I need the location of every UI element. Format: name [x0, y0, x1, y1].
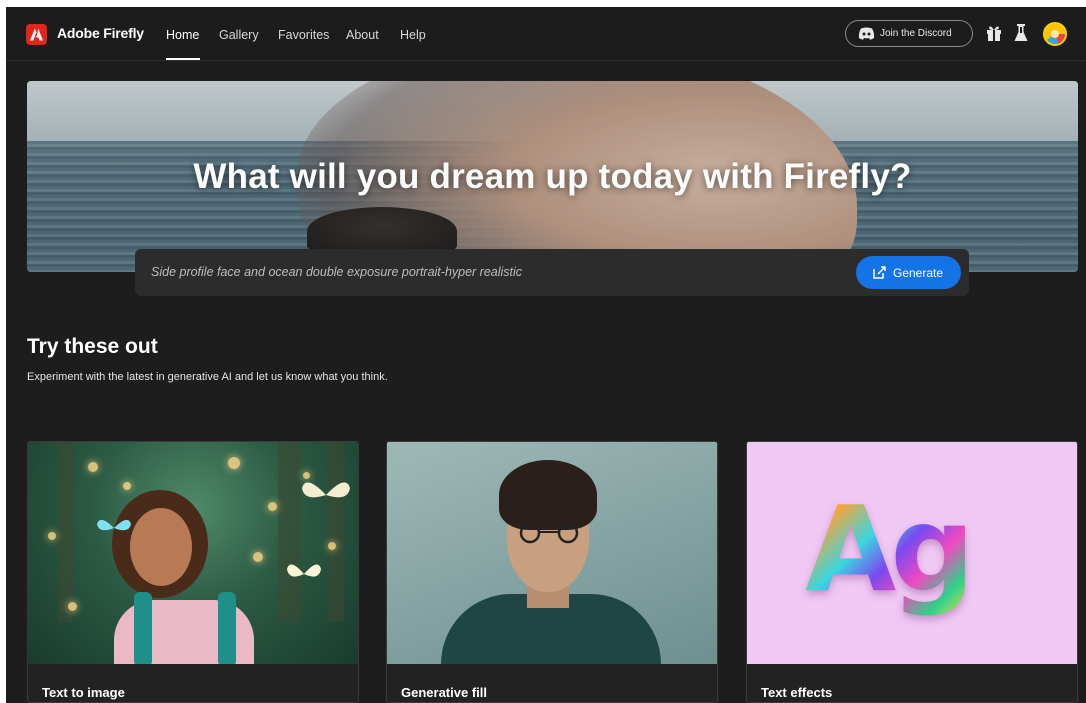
hero-title: What will you dream up today with Firefl…: [193, 157, 912, 196]
card-text-effects[interactable]: Ag Text effects: [746, 441, 1078, 703]
nav-home[interactable]: Home: [166, 28, 199, 42]
card-image-text-effects: Ag: [747, 442, 1077, 664]
nav-help[interactable]: Help: [400, 28, 426, 42]
section-title: Try these out: [27, 335, 158, 358]
card-label: Text to image: [42, 685, 125, 700]
firefly-app: Adobe Firefly Home Gallery Favorites Abo…: [6, 7, 1086, 703]
card-label: Text effects: [761, 685, 833, 700]
card-label: Generative fill: [401, 685, 487, 700]
flask-icon[interactable]: [1014, 24, 1028, 42]
user-avatar[interactable]: [1043, 22, 1067, 46]
discord-label: Join the Discord: [880, 28, 952, 39]
prompt-input[interactable]: [151, 262, 831, 282]
adobe-logo-icon[interactable]: [26, 24, 47, 45]
join-discord-button[interactable]: Join the Discord: [845, 20, 973, 47]
generate-button[interactable]: Generate: [856, 256, 961, 289]
nav-gallery[interactable]: Gallery: [219, 28, 259, 42]
nav-active-indicator: [166, 58, 200, 60]
nav-favorites[interactable]: Favorites: [278, 28, 329, 42]
card-generative-fill[interactable]: Generative fill: [386, 441, 718, 703]
discord-icon: [858, 27, 875, 40]
card-text-to-image[interactable]: Text to image: [27, 441, 359, 703]
card-image-generative-fill: [387, 442, 717, 664]
prompt-bar: Generate: [135, 249, 969, 296]
app-name[interactable]: Adobe Firefly: [57, 25, 144, 41]
nav-about[interactable]: About: [346, 28, 379, 42]
generate-icon: [873, 266, 886, 279]
hero-banner: What will you dream up today with Firefl…: [27, 81, 1078, 272]
text-effects-art: Ag: [805, 480, 975, 618]
section-subtitle: Experiment with the latest in generative…: [27, 371, 388, 383]
top-nav: Adobe Firefly Home Gallery Favorites Abo…: [6, 7, 1086, 61]
gift-icon[interactable]: [986, 24, 1002, 42]
generate-label: Generate: [893, 266, 944, 280]
card-image-text-to-image: [28, 442, 358, 664]
